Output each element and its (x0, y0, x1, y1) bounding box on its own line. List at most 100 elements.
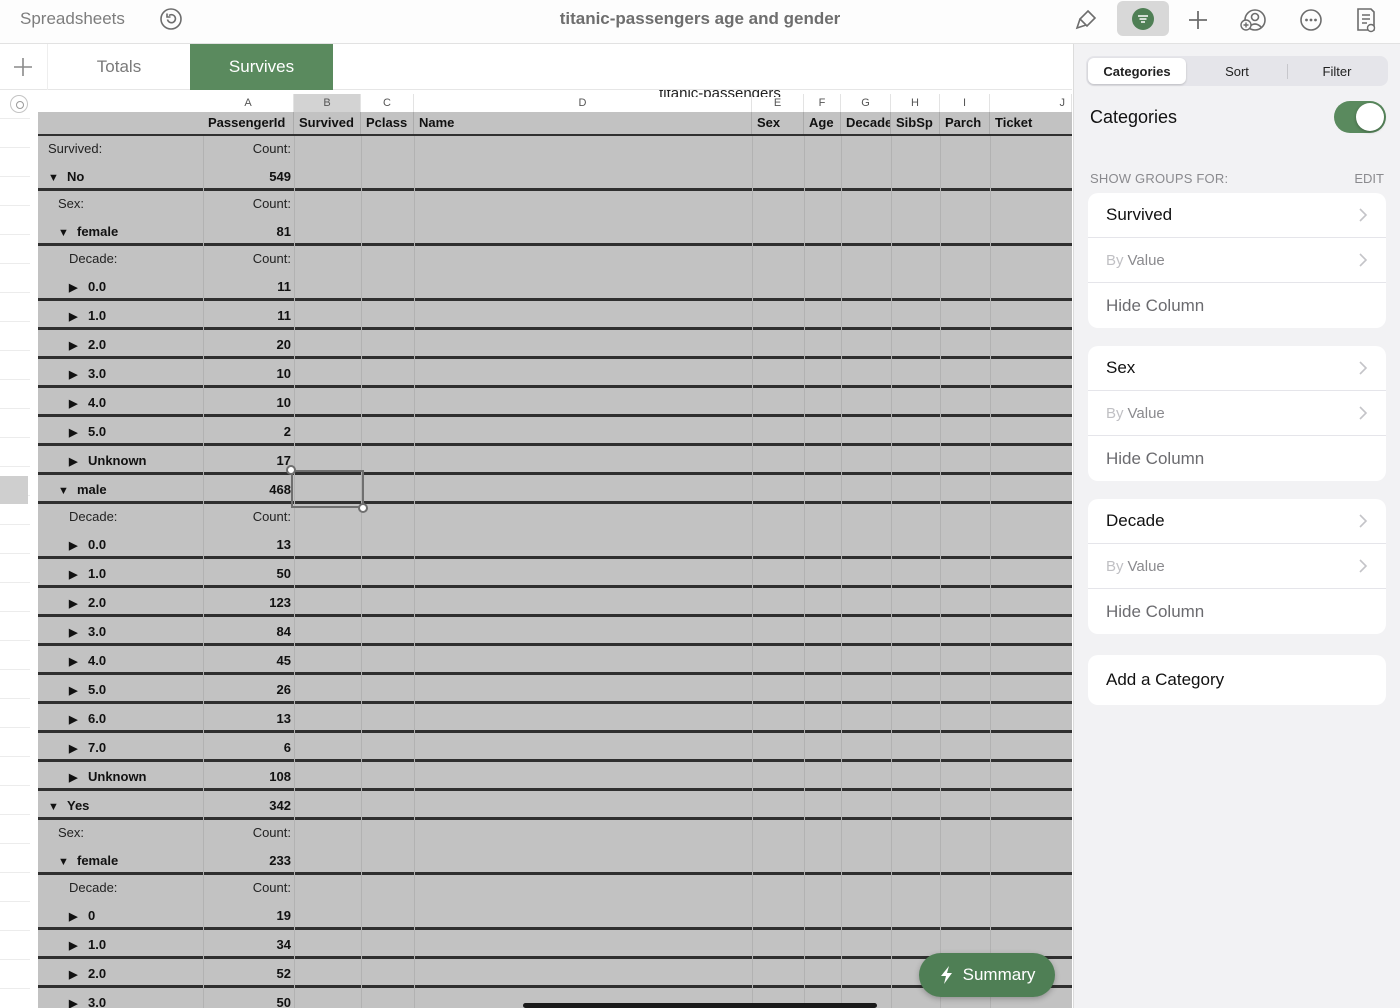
disclosure-closed-icon[interactable]: ▶ (69, 361, 83, 390)
disclosure-closed-icon[interactable]: ▶ (69, 903, 83, 932)
group-row[interactable]: ▶ 3.0 10 (38, 359, 1072, 388)
disclosure-closed-icon[interactable]: ▶ (69, 619, 83, 648)
disclosure-closed-icon[interactable]: ▶ (69, 390, 83, 419)
disclosure-closed-icon[interactable]: ▶ (69, 764, 83, 793)
disclosure-closed-icon[interactable]: ▶ (69, 274, 83, 303)
header-cell[interactable]: PassengerId (203, 112, 294, 134)
group-row[interactable]: ▶ 5.0 26 (38, 675, 1072, 704)
column-letter[interactable]: J (990, 94, 1072, 112)
header-cell[interactable]: Decade (841, 112, 891, 134)
group-row[interactable]: ▶ 6.0 13 (38, 704, 1072, 733)
header-cell[interactable]: Parch (940, 112, 990, 134)
group-row[interactable]: ▶ 2.0 123 (38, 588, 1072, 617)
group-row[interactable]: ▶ 4.0 45 (38, 646, 1072, 675)
format-brush-icon[interactable] (1069, 4, 1103, 36)
group-row[interactable]: ▶ 4.0 10 (38, 388, 1072, 417)
group-row[interactable]: ▶ 2.0 52 (38, 959, 1072, 988)
disclosure-closed-icon[interactable]: ▶ (69, 303, 83, 332)
categories-toggle[interactable] (1334, 101, 1386, 133)
selection-handle-top[interactable] (286, 465, 296, 475)
group-row[interactable]: ▶ 1.0 50 (38, 559, 1072, 588)
group-by-value-survived[interactable]: By Value (1088, 238, 1386, 283)
group-row[interactable]: ▶ 1.0 11 (38, 301, 1072, 330)
disclosure-closed-icon[interactable]: ▶ (69, 561, 83, 590)
add-icon[interactable] (1181, 4, 1215, 36)
group-row[interactable]: ▼ female 81 (38, 217, 1072, 246)
column-letter[interactable]: B (294, 94, 361, 112)
hide-column-decade[interactable]: Hide Column (1088, 589, 1386, 634)
header-cell[interactable]: Survived (294, 112, 361, 134)
group-row[interactable]: ▶ 0.0 11 (38, 272, 1072, 301)
disclosure-open-icon[interactable]: ▼ (48, 164, 62, 193)
header-cell[interactable]: SibSp (891, 112, 940, 134)
segment-filter[interactable]: Filter (1288, 58, 1386, 84)
group-row[interactable]: ▼ Yes 342 (38, 791, 1072, 820)
group-row[interactable]: ▶ 5.0 2 (38, 417, 1072, 446)
disclosure-closed-icon[interactable]: ▶ (69, 332, 83, 361)
collaborate-icon[interactable] (1236, 4, 1270, 36)
column-letter[interactable]: A (203, 94, 294, 112)
hide-column-survived[interactable]: Hide Column (1088, 283, 1386, 328)
category-sex[interactable]: Sex (1088, 346, 1386, 391)
disclosure-closed-icon[interactable]: ▶ (69, 677, 83, 706)
header-cell[interactable]: Sex (752, 112, 804, 134)
disclosure-closed-icon[interactable]: ▶ (69, 990, 83, 1008)
column-letter[interactable]: E (752, 94, 804, 112)
group-row[interactable]: ▼ female 233 (38, 846, 1072, 875)
group-row[interactable]: ▶ Unknown 108 (38, 762, 1072, 791)
selection-handle-bottom[interactable] (358, 503, 368, 513)
tab-totals[interactable]: Totals (47, 44, 190, 90)
group-row[interactable]: ▶ 0.0 13 (38, 530, 1072, 559)
disclosure-closed-icon[interactable]: ▶ (69, 961, 83, 990)
disclosure-closed-icon[interactable]: ▶ (69, 706, 83, 735)
disclosure-open-icon[interactable]: ▼ (58, 477, 72, 506)
group-by-value-sex[interactable]: By Value (1088, 391, 1386, 436)
segment-sort[interactable]: Sort (1188, 58, 1286, 84)
segment-categories[interactable]: Categories (1088, 58, 1186, 84)
category-survived[interactable]: Survived (1088, 193, 1386, 238)
edit-button[interactable]: EDIT (1354, 171, 1384, 186)
group-row[interactable]: ▶ 0 19 (38, 901, 1072, 930)
hide-column-sex[interactable]: Hide Column (1088, 436, 1386, 481)
tab-survives[interactable]: Survives (190, 44, 333, 90)
group-row[interactable]: ▶ 1.0 34 (38, 930, 1072, 959)
add-category-button[interactable]: Add a Category (1088, 655, 1386, 705)
summary-button[interactable]: Summary (919, 953, 1055, 997)
column-letter[interactable]: G (841, 94, 891, 112)
disclosure-closed-icon[interactable]: ▶ (69, 590, 83, 619)
categorized-table[interactable]: PassengerId Survived Pclass Name Sex Age… (38, 112, 1072, 1008)
header-cell[interactable]: Name (414, 112, 752, 134)
header-cell[interactable]: Pclass (361, 112, 414, 134)
disclosure-open-icon[interactable]: ▼ (58, 219, 72, 248)
group-row[interactable]: ▶ 7.0 6 (38, 733, 1072, 762)
column-letter[interactable]: F (804, 94, 841, 112)
spreadsheet-grid[interactable]: titanic-passengers A B C D E F G H I J P… (0, 90, 1072, 1008)
group-row[interactable]: ▼ No 549 (38, 162, 1072, 191)
select-all-handle[interactable] (10, 95, 28, 113)
undo-icon[interactable] (159, 7, 183, 31)
column-letter[interactable]: I (940, 94, 990, 112)
header-cell[interactable]: Age (804, 112, 841, 134)
categories-icon[interactable] (1117, 1, 1169, 36)
disclosure-closed-icon[interactable]: ▶ (69, 419, 83, 448)
column-letter[interactable]: D (414, 94, 752, 112)
category-decade[interactable]: Decade (1088, 499, 1386, 544)
disclosure-closed-icon[interactable]: ▶ (69, 735, 83, 764)
group-by-value-decade[interactable]: By Value (1088, 544, 1386, 589)
group-row[interactable]: ▶ 2.0 20 (38, 330, 1072, 359)
header-cell[interactable]: Ticket (990, 112, 1072, 134)
disclosure-open-icon[interactable]: ▼ (58, 848, 72, 877)
disclosure-closed-icon[interactable]: ▶ (69, 532, 83, 561)
add-sheet-icon[interactable] (0, 44, 46, 90)
disclosure-open-icon[interactable]: ▼ (48, 793, 62, 822)
selected-cell[interactable] (291, 470, 364, 508)
group-row[interactable]: ▼ male 468 (38, 475, 1072, 504)
disclosure-closed-icon[interactable]: ▶ (69, 448, 83, 477)
spreadsheets-back-link[interactable]: Spreadsheets (20, 9, 125, 29)
group-row[interactable]: ▶ 3.0 84 (38, 617, 1072, 646)
disclosure-closed-icon[interactable]: ▶ (69, 932, 83, 961)
group-row[interactable]: ▶ Unknown 17 (38, 446, 1072, 475)
column-letter[interactable]: C (361, 94, 414, 112)
column-letter[interactable]: H (891, 94, 940, 112)
more-icon[interactable] (1294, 4, 1328, 36)
